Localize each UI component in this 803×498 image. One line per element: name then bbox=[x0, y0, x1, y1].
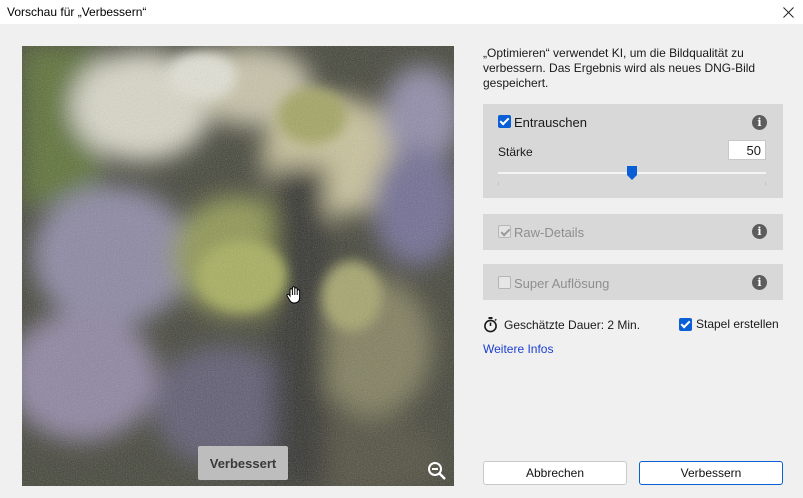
enhanced-badge[interactable]: Verbessert bbox=[198, 446, 288, 480]
super-resolution-info-icon[interactable]: i bbox=[752, 275, 767, 290]
enhance-button[interactable]: Verbessern bbox=[639, 461, 783, 485]
super-resolution-panel: Super Auflösung i bbox=[483, 264, 783, 300]
raw-details-label: Raw-Details bbox=[514, 225, 585, 240]
strength-value-input[interactable]: 50 bbox=[728, 140, 766, 160]
zoom-out-icon[interactable] bbox=[426, 460, 448, 482]
more-info-link[interactable]: Weitere Infos bbox=[483, 342, 553, 356]
strength-slider-thumb[interactable] bbox=[627, 166, 637, 180]
close-icon bbox=[782, 6, 794, 18]
raw-details-checkbox[interactable] bbox=[498, 225, 511, 238]
denoise-panel: Entrauschen i Stärke 50 bbox=[483, 104, 783, 198]
create-stack-checkbox[interactable] bbox=[679, 318, 692, 331]
strength-label: Stärke bbox=[498, 145, 533, 159]
stopwatch-icon bbox=[483, 317, 498, 333]
window-title: Vorschau für „Verbessern“ bbox=[7, 5, 147, 19]
raw-details-info-icon[interactable]: i bbox=[752, 224, 767, 239]
strength-slider-ticks bbox=[498, 182, 766, 186]
duration-row: Geschätzte Dauer: 2 Min. Stapel erstelle… bbox=[483, 316, 783, 334]
denoise-label: Entrauschen bbox=[514, 115, 587, 130]
create-stack-label: Stapel erstellen bbox=[696, 317, 779, 331]
denoise-info-icon[interactable]: i bbox=[752, 115, 767, 130]
raw-details-panel: Raw-Details i bbox=[483, 214, 783, 250]
cancel-button[interactable]: Abbrechen bbox=[483, 461, 627, 485]
super-resolution-label: Super Auflösung bbox=[514, 276, 610, 291]
preview-image[interactable]: Verbessert bbox=[22, 46, 454, 486]
super-resolution-checkbox[interactable] bbox=[498, 276, 511, 289]
title-bar: Vorschau für „Verbessern“ bbox=[0, 0, 803, 24]
hand-icon bbox=[284, 284, 306, 306]
denoise-checkbox[interactable] bbox=[498, 115, 511, 128]
description-text: „Optimieren“ verwendet KI, um die Bildqu… bbox=[483, 46, 756, 90]
preview-photo bbox=[22, 46, 454, 486]
estimated-duration: Geschätzte Dauer: 2 Min. bbox=[504, 318, 641, 332]
close-button[interactable] bbox=[773, 0, 803, 24]
